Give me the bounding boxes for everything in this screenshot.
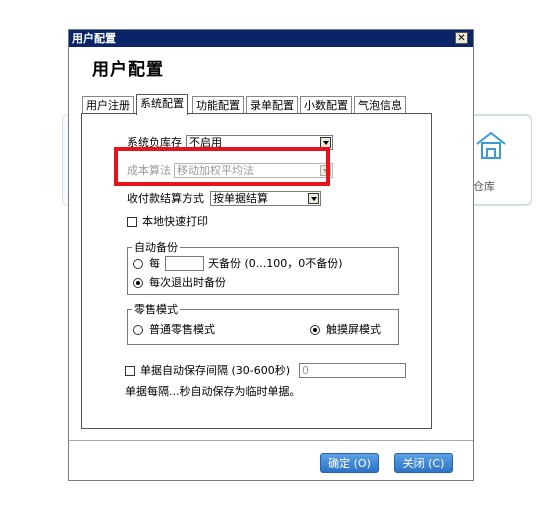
tab-system-config[interactable]: 系统配置 [136, 94, 188, 115]
tab-function-config[interactable]: 功能配置 [192, 96, 244, 114]
retail-mode-group: 零售模式 普通零售模式 触摸屏模式 [127, 303, 399, 345]
backup-days-input[interactable] [165, 256, 204, 271]
warehouse-label: 仓库 [473, 180, 495, 193]
chevron-down-icon[interactable] [308, 193, 319, 204]
warehouse-icon [476, 131, 506, 159]
backup-every-label: 每 [149, 257, 160, 270]
quick-print-checkbox[interactable] [127, 217, 137, 227]
backup-on-exit-label: 每次退出时备份 [149, 276, 226, 289]
tab-user-register[interactable]: 用户注册 [82, 96, 134, 114]
backup-every-suffix: 天备份 (0...100，0不备份) [208, 257, 343, 270]
auto-save-input[interactable]: 0 [299, 363, 406, 378]
payment-settlement-value: 按单据结算 [213, 192, 268, 205]
normal-retail-radio[interactable] [133, 325, 143, 335]
auto-backup-title: 自动备份 [132, 241, 180, 254]
tab-bubble-info[interactable]: 气泡信息 [354, 96, 406, 114]
footer-divider [69, 440, 473, 441]
backup-on-exit-radio[interactable] [133, 278, 143, 288]
backup-every-radio[interactable] [133, 259, 143, 269]
title-bar[interactable]: 用户配置 ✕ [69, 30, 473, 47]
user-config-dialog: 用户配置 ✕ 用户配置 用户注册 系统配置 功能配置 录单配置 小数配置 气泡信… [68, 29, 474, 481]
ok-button[interactable]: 确定 (O) [320, 453, 379, 473]
payment-settlement-select[interactable]: 按单据结算 [210, 191, 321, 206]
normal-retail-label: 普通零售模式 [149, 323, 215, 336]
auto-save-note: 单据每隔...秒自动保存为临时单据。 [125, 385, 301, 398]
tab-decimal-config[interactable]: 小数配置 [300, 96, 352, 114]
touch-screen-label: 触摸屏模式 [326, 323, 381, 336]
retail-mode-title: 零售模式 [132, 303, 180, 316]
auto-backup-group: 自动备份 每 天备份 (0...100，0不备份) 每次退出时备份 [127, 241, 399, 295]
warehouse-tile[interactable]: 仓库 [464, 115, 532, 205]
highlight-box [114, 147, 330, 186]
auto-save-label: 单据自动保存间隔 (30-600秒) [140, 364, 291, 377]
page-title: 用户配置 [92, 60, 164, 80]
tab-entry-config[interactable]: 录单配置 [246, 96, 298, 114]
close-icon[interactable]: ✕ [455, 32, 468, 44]
payment-settlement-label: 收付款结算方式 [127, 192, 204, 205]
quick-print-label: 本地快速打印 [142, 215, 208, 228]
window-title: 用户配置 [72, 32, 116, 45]
close-button[interactable]: 关闭 (C) [394, 453, 453, 473]
touch-screen-radio[interactable] [310, 325, 320, 335]
auto-save-checkbox[interactable] [125, 366, 135, 376]
